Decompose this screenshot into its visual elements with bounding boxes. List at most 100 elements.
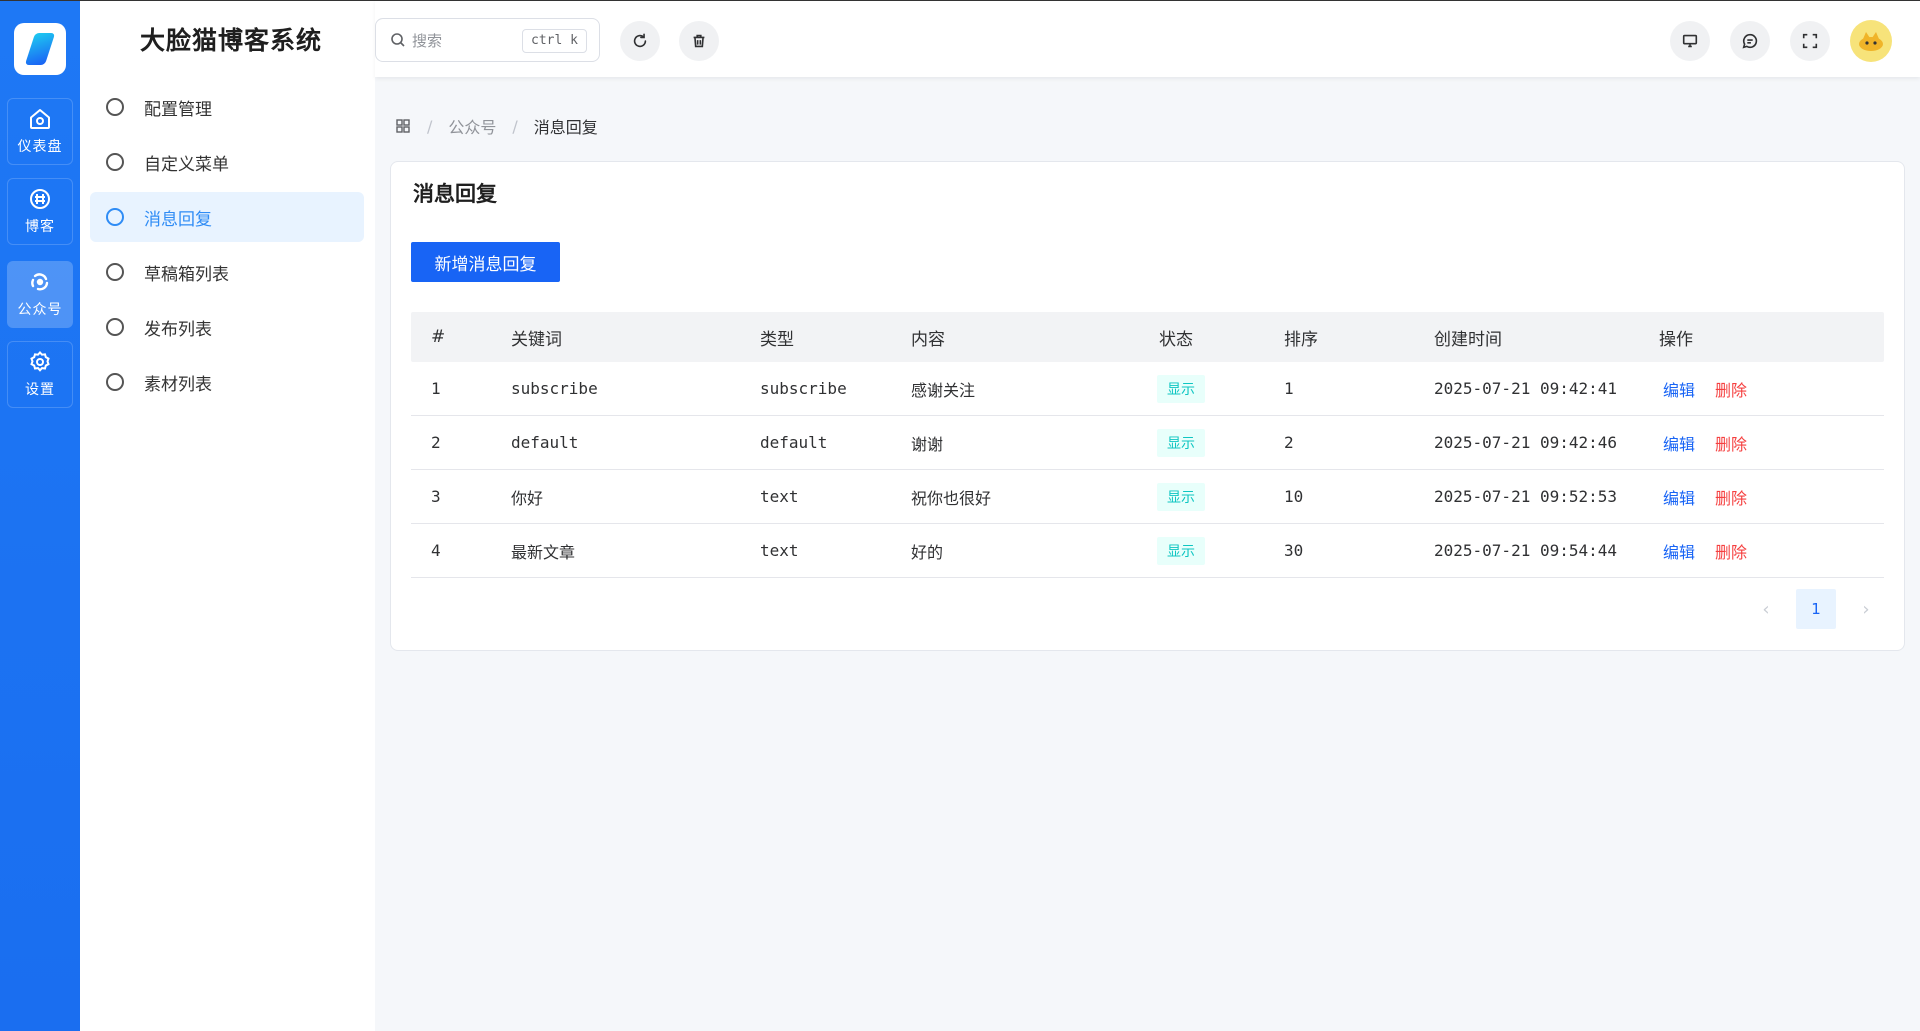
menu-item-message-reply[interactable]: 消息回复 <box>90 192 364 242</box>
table-row: 4 最新文章 text 好的 显示 30 2025-07-21 09:54:44… <box>411 524 1884 578</box>
table-row: 1 subscribe subscribe 感谢关注 显示 1 2025-07-… <box>411 362 1884 416</box>
screen-button[interactable] <box>1670 21 1710 61</box>
delete-button[interactable]: 删除 <box>1715 381 1747 400</box>
table-row: 2 default default 谢谢 显示 2 2025-07-21 09:… <box>411 416 1884 470</box>
rail-item-wechat[interactable]: 公众号 <box>7 261 73 328</box>
fullscreen-button[interactable] <box>1790 21 1830 61</box>
cell-type: text <box>760 541 799 560</box>
left-rail: 仪表盘 博客 公众号 设置 <box>0 0 80 1031</box>
cell-content: 谢谢 <box>911 434 944 454</box>
cell-type: subscribe <box>760 379 847 398</box>
column-header: # <box>431 327 446 347</box>
prev-page-icon[interactable]: ‹ <box>1746 589 1786 629</box>
circle-icon <box>106 208 124 226</box>
grid-icon[interactable] <box>395 118 411 134</box>
message-button[interactable] <box>1730 21 1770 61</box>
cell-type: text <box>760 487 799 506</box>
breadcrumb: / 公众号 / 消息回复 <box>395 114 598 138</box>
page-number[interactable]: 1 <box>1796 589 1836 629</box>
cell-sort: 1 <box>1284 379 1294 398</box>
cell-content: 好的 <box>911 542 944 562</box>
rail-item-settings[interactable]: 设置 <box>7 341 73 408</box>
dashboard-icon <box>30 109 50 129</box>
cell-sort: 2 <box>1284 433 1294 452</box>
cell-index: 1 <box>431 379 441 398</box>
search-shortcut: ctrl k <box>522 29 587 53</box>
menu-item-drafts[interactable]: 草稿箱列表 <box>90 247 364 297</box>
avatar[interactable] <box>1850 20 1892 62</box>
circle-icon <box>106 263 124 281</box>
side-menu: 大脸猫博客系统 配置管理 自定义菜单 消息回复 草稿箱列表 发布列表 素材列表 <box>80 0 375 1031</box>
table-header: # 关键词 类型 内容 状态 排序 创建时间 操作 <box>411 312 1884 362</box>
column-header: 类型 <box>760 329 794 350</box>
cell-index: 2 <box>431 433 441 452</box>
cell-content: 感谢关注 <box>911 380 976 400</box>
rail-item-dashboard[interactable]: 仪表盘 <box>7 98 73 165</box>
delete-button[interactable]: 删除 <box>1715 489 1747 508</box>
menu-item-custom-menu[interactable]: 自定义菜单 <box>90 137 364 187</box>
menu-item-materials[interactable]: 素材列表 <box>90 357 364 407</box>
settings-icon <box>30 351 50 372</box>
cell-index: 4 <box>431 541 441 560</box>
delete-button[interactable]: 删除 <box>1715 435 1747 454</box>
menu-item-label: 配置管理 <box>144 99 212 120</box>
trash-icon <box>693 34 705 48</box>
rail-label: 设置 <box>25 382 55 398</box>
circle-icon <box>106 98 124 116</box>
column-header: 内容 <box>911 329 945 350</box>
edit-button[interactable]: 编辑 <box>1663 435 1695 454</box>
column-header: 创建时间 <box>1434 329 1502 350</box>
circle-icon <box>106 373 124 391</box>
next-page-icon[interactable]: › <box>1846 589 1886 629</box>
column-header: 排序 <box>1284 329 1318 350</box>
add-reply-button[interactable]: 新增消息回复 <box>411 242 560 282</box>
table-row: 3 你好 text 祝你也很好 显示 10 2025-07-21 09:52:5… <box>411 470 1884 524</box>
breadcrumb-item[interactable]: 公众号 <box>448 114 496 138</box>
cell-type: default <box>760 433 828 452</box>
cat-avatar-icon <box>1859 32 1883 51</box>
top-header: 搜索 ctrl k <box>375 0 1920 77</box>
status-badge: 显示 <box>1157 374 1205 403</box>
message-icon <box>1742 33 1758 49</box>
refresh-button[interactable] <box>620 21 660 61</box>
menu-item-label: 发布列表 <box>144 319 212 340</box>
cell-sort: 30 <box>1284 541 1304 560</box>
cell-created: 2025-07-21 09:54:44 <box>1434 541 1618 560</box>
cell-created: 2025-07-21 09:42:41 <box>1434 379 1618 398</box>
delete-button[interactable]: 删除 <box>1715 543 1747 562</box>
cell-keyword: default <box>511 433 579 452</box>
edit-button[interactable]: 编辑 <box>1663 489 1695 508</box>
cell-created: 2025-07-21 09:52:53 <box>1434 487 1618 506</box>
breadcrumb-separator: / <box>512 116 518 136</box>
rail-item-blog[interactable]: 博客 <box>7 178 73 245</box>
menu-item-label: 素材列表 <box>144 374 212 395</box>
refresh-icon <box>633 33 647 48</box>
column-header: 关键词 <box>511 329 562 350</box>
status-badge: 显示 <box>1157 536 1205 565</box>
edit-button[interactable]: 编辑 <box>1663 381 1695 400</box>
cell-keyword: 你好 <box>511 488 544 508</box>
rail-label: 仪表盘 <box>17 139 63 155</box>
edit-button[interactable]: 编辑 <box>1663 543 1695 562</box>
clear-cache-button[interactable] <box>679 21 719 61</box>
cell-keyword: 最新文章 <box>511 542 576 562</box>
menu-item-label: 草稿箱列表 <box>144 264 229 285</box>
search-icon <box>391 33 405 47</box>
menu-item-label: 自定义菜单 <box>144 154 229 175</box>
cell-content: 祝你也很好 <box>911 488 992 508</box>
reply-table: # 关键词 类型 内容 状态 排序 创建时间 操作 1 subscribe su… <box>411 312 1884 578</box>
fullscreen-icon <box>1802 33 1818 49</box>
logo-mark-icon <box>24 33 56 65</box>
page-title: 消息回复 <box>413 182 497 206</box>
circle-icon <box>106 318 124 336</box>
monitor-icon <box>1682 34 1698 48</box>
search-input[interactable]: 搜索 ctrl k <box>375 18 600 62</box>
column-header: 状态 <box>1159 329 1193 350</box>
app-logo[interactable] <box>14 23 66 75</box>
breadcrumb-separator: / <box>427 116 433 136</box>
menu-item-label: 消息回复 <box>144 209 212 230</box>
breadcrumb-current: 消息回复 <box>533 118 598 137</box>
menu-item-config[interactable]: 配置管理 <box>90 82 364 132</box>
column-header: 操作 <box>1659 329 1693 350</box>
menu-item-published[interactable]: 发布列表 <box>90 302 364 352</box>
